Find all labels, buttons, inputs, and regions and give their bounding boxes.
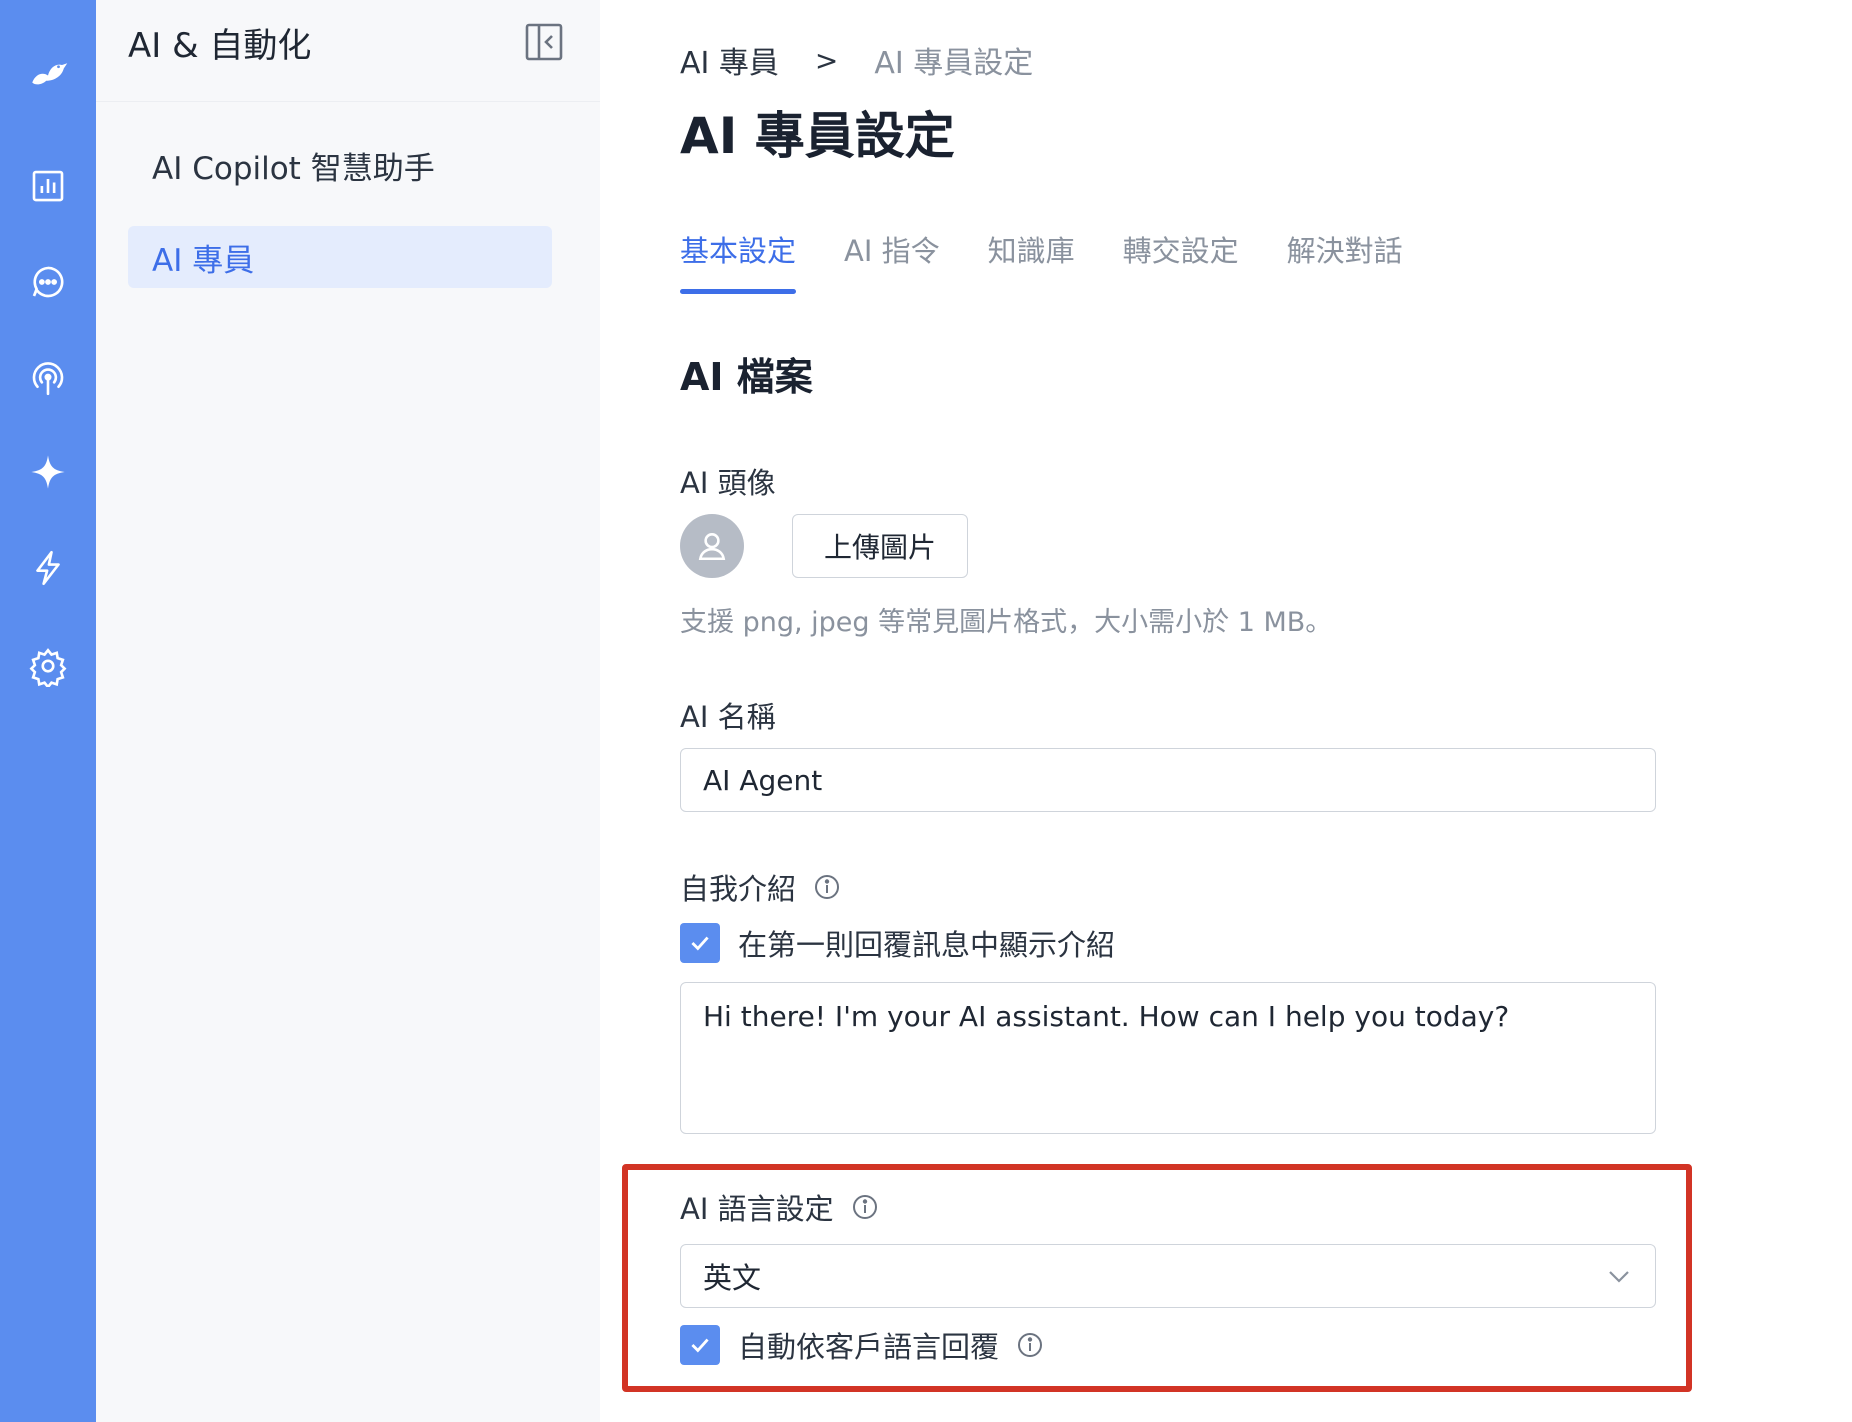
page-title: AI 專員設定 — [680, 107, 955, 165]
settings-icon[interactable] — [24, 642, 72, 690]
info-icon[interactable] — [1017, 1332, 1043, 1358]
intro-textarea[interactable]: Hi there! I'm your AI assistant. How can… — [680, 982, 1656, 1134]
sidebar-item-label: AI 專員 — [152, 242, 255, 279]
user-icon — [698, 533, 726, 561]
info-icon[interactable] — [852, 1194, 878, 1220]
logo-icon[interactable] — [24, 48, 72, 96]
tab-handover-settings[interactable]: 轉交設定 — [1123, 228, 1239, 294]
language-label-row: AI 語言設定 — [680, 1186, 878, 1228]
info-icon[interactable] — [814, 874, 840, 900]
settings-tabs: 基本設定 AI 指令 知識庫 轉交設定 解決對話 — [680, 228, 1403, 294]
tab-ai-instructions[interactable]: AI 指令 — [844, 228, 940, 294]
tab-resolve-conversation[interactable]: 解決對話 — [1287, 228, 1403, 294]
automation-icon[interactable] — [24, 544, 72, 592]
avatar-label: AI 頭像 — [680, 466, 776, 500]
sidebar-item-ai-agent[interactable]: AI 專員 — [128, 226, 552, 288]
auto-language-checkbox-row: 自動依客戶語言回覆 — [680, 1324, 1043, 1366]
auto-language-checkbox[interactable] — [680, 1325, 720, 1365]
intro-checkbox-row: 在第一則回覆訊息中顯示介紹 — [680, 922, 1115, 964]
chat-icon[interactable] — [24, 258, 72, 306]
intro-label: 自我介紹 — [680, 872, 797, 906]
secondary-sidebar: AI & 自動化 AI Copilot 智慧助手 AI 專員 — [96, 0, 600, 1422]
tab-knowledge-base[interactable]: 知識庫 — [988, 228, 1075, 294]
breadcrumb: AI 專員 > AI 專員設定 — [680, 38, 1033, 82]
sidebar-item-ai-copilot[interactable]: AI Copilot 智慧助手 — [128, 134, 552, 196]
language-select[interactable]: 英文 — [680, 1244, 1656, 1308]
analytics-icon[interactable] — [24, 162, 72, 210]
broadcast-icon[interactable] — [24, 354, 72, 402]
sidebar-item-label: AI Copilot 智慧助手 — [152, 150, 435, 187]
sidebar-title: AI & 自動化 — [128, 26, 312, 66]
chevron-down-icon — [1609, 1271, 1629, 1283]
auto-language-checkbox-label: 自動依客戶語言回覆 — [738, 1330, 1000, 1364]
language-label: AI 語言設定 — [680, 1192, 834, 1226]
language-select-value: 英文 — [703, 1261, 762, 1295]
show-intro-checkbox[interactable] — [680, 923, 720, 963]
ai-sparkle-icon[interactable] — [24, 448, 72, 496]
breadcrumb-current: AI 專員設定 — [874, 46, 1034, 81]
sidebar-header: AI & 自動化 — [96, 0, 600, 102]
check-icon — [691, 936, 709, 951]
avatar — [680, 514, 744, 578]
tab-basic-settings[interactable]: 基本設定 — [680, 228, 797, 294]
main-panel: AI 專員 > AI 專員設定 AI 專員設定 基本設定 AI 指令 知識庫 轉… — [600, 0, 1852, 1422]
show-intro-checkbox-label: 在第一則回覆訊息中顯示介紹 — [738, 928, 1116, 962]
icon-rail — [0, 0, 96, 1422]
ai-name-label: AI 名稱 — [680, 700, 776, 734]
section-title-ai-profile: AI 檔案 — [680, 355, 813, 399]
upload-image-button[interactable]: 上傳圖片 — [792, 514, 968, 578]
upload-hint: 支援 png, jpeg 等常見圖片格式，大小需小於 1 MB。 — [680, 607, 1333, 638]
check-icon — [691, 1338, 709, 1353]
breadcrumb-separator: > — [814, 43, 839, 77]
collapse-sidebar-icon[interactable] — [524, 22, 564, 62]
breadcrumb-parent-link[interactable]: AI 專員 — [680, 38, 779, 82]
ai-name-input[interactable] — [680, 748, 1656, 812]
intro-label-row: 自我介紹 — [680, 866, 840, 908]
